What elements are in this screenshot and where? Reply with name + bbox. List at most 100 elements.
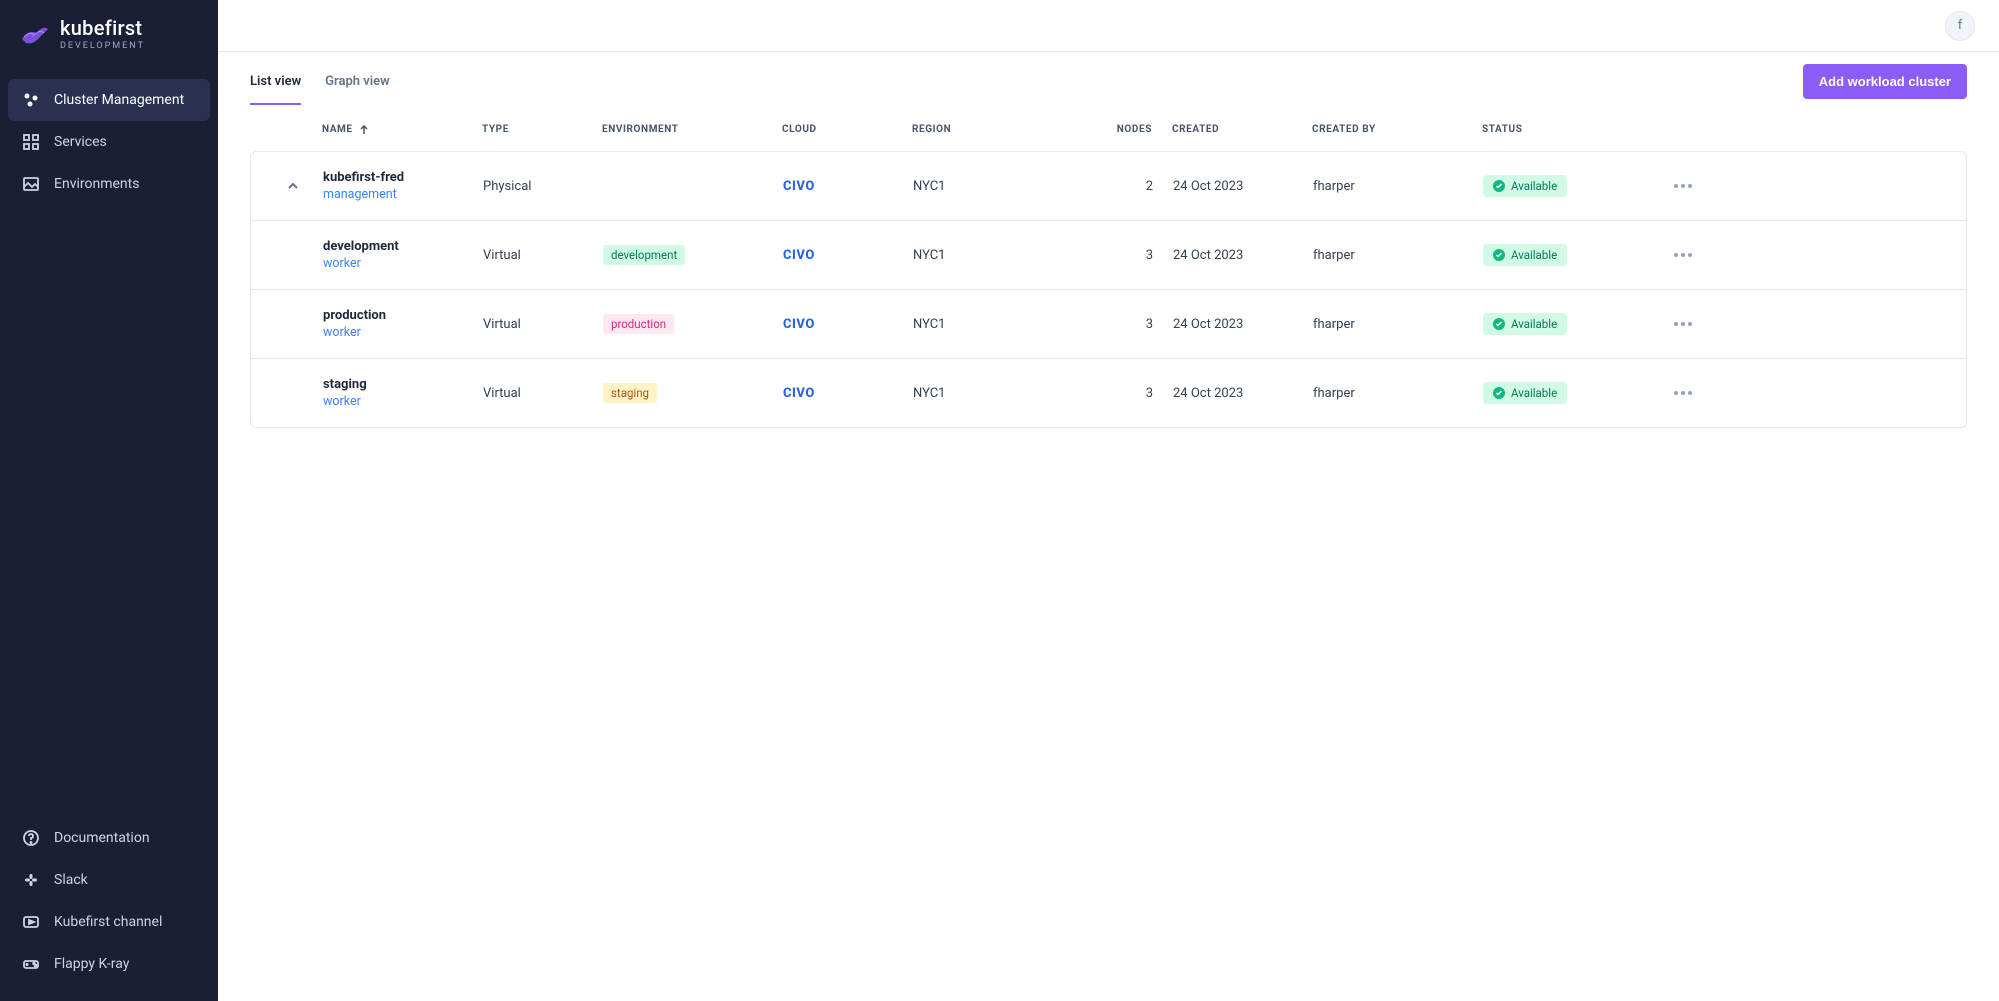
nav-main: Cluster Management Services Environments xyxy=(0,59,218,205)
table-row[interactable]: staging worker Virtual staging CIVO NYC1… xyxy=(251,358,1966,427)
video-icon xyxy=(22,913,40,931)
sidebar-item-cluster-management[interactable]: Cluster Management xyxy=(8,79,210,121)
sidebar-label: Documentation xyxy=(54,830,150,846)
check-icon xyxy=(1493,249,1505,261)
sidebar-label: Slack xyxy=(54,872,88,888)
table-row[interactable]: development worker Virtual development C… xyxy=(251,220,1966,289)
sidebar-label: Cluster Management xyxy=(54,92,184,108)
slack-icon xyxy=(22,871,40,889)
cluster-created: 24 Oct 2023 xyxy=(1173,386,1313,401)
view-tabs: List view Graph view xyxy=(250,58,390,105)
sidebar-item-slack[interactable]: Slack xyxy=(8,859,210,901)
col-nodes[interactable]: NODES xyxy=(1052,124,1172,135)
cloud-logo: CIVO xyxy=(783,386,815,401)
sidebar-item-flappy-kray[interactable]: Flappy K-ray xyxy=(8,943,210,985)
environment-tag: staging xyxy=(603,383,657,403)
cluster-nodes: 3 xyxy=(1053,386,1173,401)
sidebar: kubefirst DEVELOPMENT Cluster Management… xyxy=(0,0,218,1001)
col-name[interactable]: NAME xyxy=(322,124,482,135)
cluster-nodes: 2 xyxy=(1053,179,1173,194)
cluster-region: NYC1 xyxy=(913,386,1053,401)
cluster-created-by: fharper xyxy=(1313,317,1483,332)
avatar[interactable]: f xyxy=(1945,11,1975,41)
cluster-role-link[interactable]: worker xyxy=(323,325,483,340)
nav-bottom: Documentation Slack Kubefirst channel Fl… xyxy=(0,817,218,1001)
cluster-name: kubefirst-fred xyxy=(323,170,483,185)
grid-icon xyxy=(22,133,40,151)
tab-list-view[interactable]: List view xyxy=(250,58,301,105)
environment-tag: production xyxy=(603,314,674,334)
more-actions-button[interactable] xyxy=(1674,184,1692,188)
cluster-created-by: fharper xyxy=(1313,386,1483,401)
cluster-role-link[interactable]: management xyxy=(323,187,483,202)
gamepad-icon xyxy=(22,955,40,973)
sidebar-label: Flappy K-ray xyxy=(54,956,129,972)
logo[interactable]: kubefirst DEVELOPMENT xyxy=(0,0,218,59)
brand-name: kubefirst xyxy=(60,18,145,38)
col-cloud[interactable]: CLOUD xyxy=(782,124,912,135)
more-actions-button[interactable] xyxy=(1674,253,1692,257)
cluster-nodes: 3 xyxy=(1053,248,1173,263)
cluster-name: production xyxy=(323,308,483,323)
table-row[interactable]: kubefirst-fred management Physical CIVO … xyxy=(251,152,1966,220)
image-icon xyxy=(22,175,40,193)
status-badge: Available xyxy=(1483,244,1567,266)
sidebar-label: Services xyxy=(54,134,107,150)
check-icon xyxy=(1493,180,1505,192)
sidebar-item-kubefirst-channel[interactable]: Kubefirst channel xyxy=(8,901,210,943)
status-badge: Available xyxy=(1483,382,1567,404)
cloud-logo: CIVO xyxy=(783,317,815,332)
col-created-by[interactable]: CREATED BY xyxy=(1312,124,1482,135)
toolbar: List view Graph view Add workload cluste… xyxy=(250,52,1967,110)
cluster-type: Physical xyxy=(483,179,603,194)
chevron-up-icon[interactable] xyxy=(286,179,300,193)
logo-icon xyxy=(18,19,50,51)
help-icon xyxy=(22,829,40,847)
cluster-created: 24 Oct 2023 xyxy=(1173,179,1313,194)
cluster-created: 24 Oct 2023 xyxy=(1173,317,1313,332)
cluster-nodes: 3 xyxy=(1053,317,1173,332)
col-created[interactable]: CREATED xyxy=(1172,124,1312,135)
cluster-region: NYC1 xyxy=(913,248,1053,263)
tab-graph-view[interactable]: Graph view xyxy=(325,58,390,105)
sidebar-item-services[interactable]: Services xyxy=(8,121,210,163)
environment-tag: development xyxy=(603,245,685,265)
col-type[interactable]: TYPE xyxy=(482,124,602,135)
add-workload-cluster-button[interactable]: Add workload cluster xyxy=(1803,64,1967,99)
cluster-role-link[interactable]: worker xyxy=(323,256,483,271)
col-status[interactable]: STATUS xyxy=(1482,124,1642,135)
cluster-created-by: fharper xyxy=(1313,248,1483,263)
cluster-type: Virtual xyxy=(483,248,603,263)
sidebar-label: Environments xyxy=(54,176,139,192)
cluster-region: NYC1 xyxy=(913,317,1053,332)
cloud-logo: CIVO xyxy=(783,248,815,263)
more-actions-button[interactable] xyxy=(1674,322,1692,326)
more-actions-button[interactable] xyxy=(1674,391,1692,395)
nodes-icon xyxy=(22,91,40,109)
check-icon xyxy=(1493,318,1505,330)
cluster-name: development xyxy=(323,239,483,254)
cluster-created-by: fharper xyxy=(1313,179,1483,194)
cloud-logo: CIVO xyxy=(783,179,815,194)
status-badge: Available xyxy=(1483,175,1567,197)
sidebar-item-environments[interactable]: Environments xyxy=(8,163,210,205)
cluster-table: kubefirst-fred management Physical CIVO … xyxy=(250,151,1967,428)
table-header: NAME TYPE ENVIRONMENT CLOUD REGION NODES… xyxy=(250,110,1967,149)
topbar: f xyxy=(218,0,1999,52)
cluster-role-link[interactable]: worker xyxy=(323,394,483,409)
col-environment[interactable]: ENVIRONMENT xyxy=(602,124,782,135)
cluster-type: Virtual xyxy=(483,317,603,332)
cluster-region: NYC1 xyxy=(913,179,1053,194)
sidebar-label: Kubefirst channel xyxy=(54,914,162,930)
cluster-name: staging xyxy=(323,377,483,392)
sidebar-item-documentation[interactable]: Documentation xyxy=(8,817,210,859)
sort-ascending-icon xyxy=(359,125,369,135)
main: f List view Graph view Add workload clus… xyxy=(218,0,1999,1001)
cluster-created: 24 Oct 2023 xyxy=(1173,248,1313,263)
col-region[interactable]: REGION xyxy=(912,124,1052,135)
status-badge: Available xyxy=(1483,313,1567,335)
table-row[interactable]: production worker Virtual production CIV… xyxy=(251,289,1966,358)
check-icon xyxy=(1493,387,1505,399)
cluster-type: Virtual xyxy=(483,386,603,401)
brand-tag: DEVELOPMENT xyxy=(60,42,145,51)
